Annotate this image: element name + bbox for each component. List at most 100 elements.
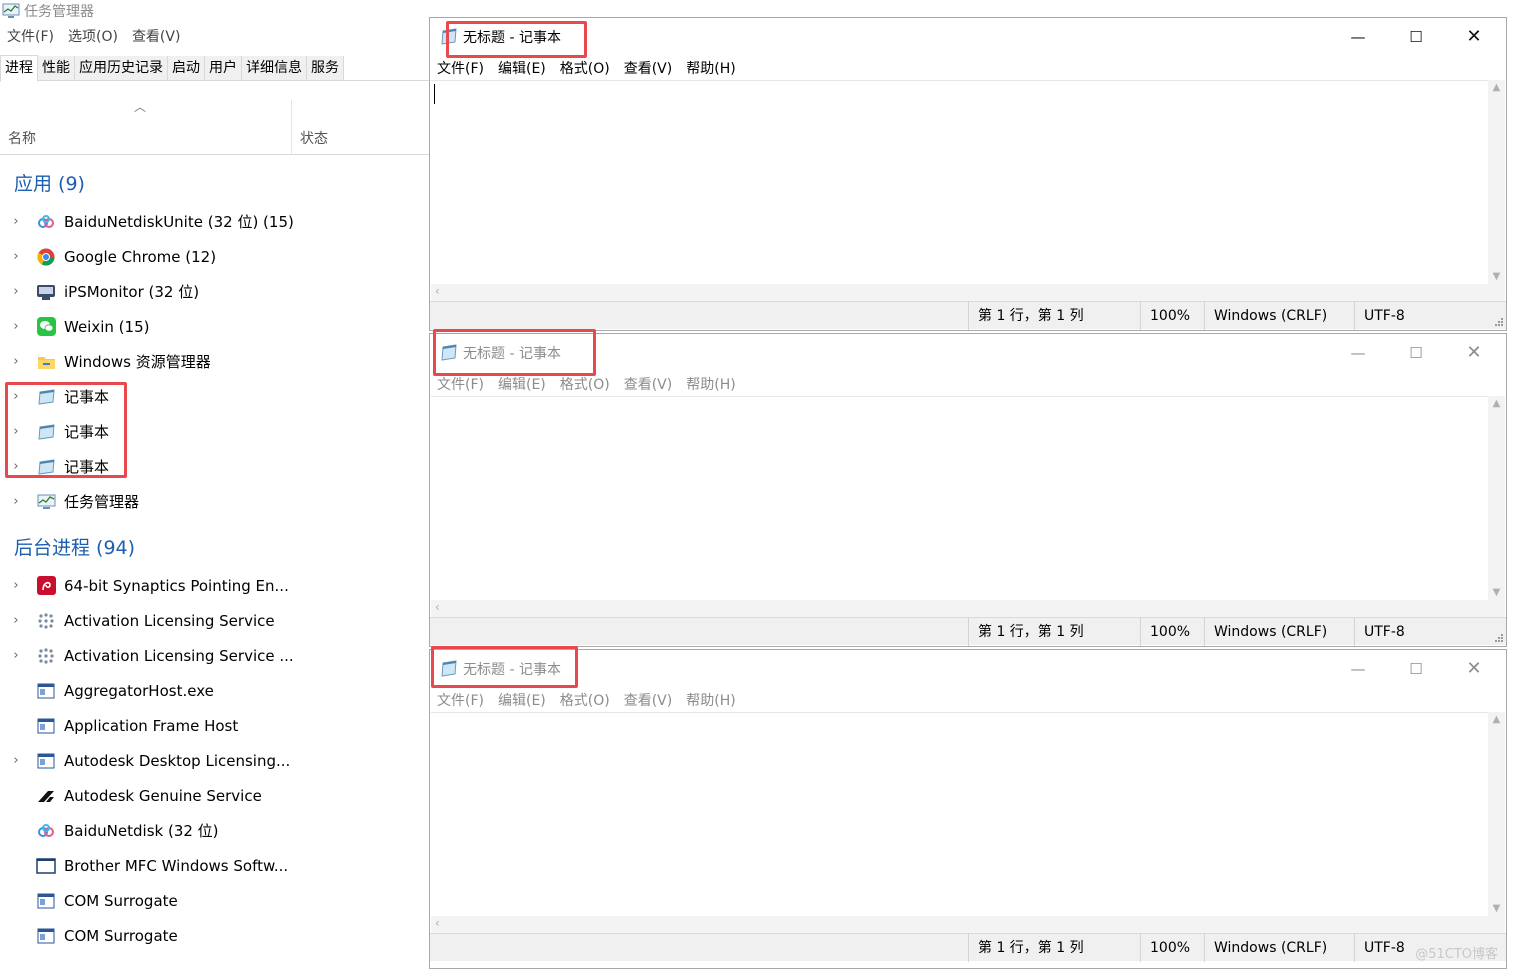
menu-help[interactable]: 帮助(H) <box>679 58 742 80</box>
expand-chevron-icon[interactable]: › <box>10 284 22 299</box>
tab-performance[interactable]: 性能 <box>38 56 75 80</box>
process-row-com-surrogate-1[interactable]: › COM Surrogate <box>0 883 430 918</box>
scroll-down-icon[interactable]: ▼ <box>1488 271 1505 282</box>
tab-app-history[interactable]: 应用历史记录 <box>75 56 168 80</box>
menu-file[interactable]: 文件(F) <box>0 26 61 48</box>
menu-file[interactable]: 文件(F) <box>430 58 491 80</box>
text-caret <box>434 84 435 104</box>
process-row-brother-mfc[interactable]: › Brother MFC Windows Softw... <box>0 848 430 883</box>
notepad-window-1[interactable]: 无标题 - 记事本 — ☐ ✕ 文件(F) 编辑(E) 格式(O) 查看(V) … <box>429 17 1507 331</box>
process-row-synaptics[interactable]: › 64-bit Synaptics Pointing En... <box>0 568 430 603</box>
expand-chevron-icon[interactable]: › <box>10 319 22 334</box>
sort-ascending-icon[interactable]: ︿ <box>134 98 146 115</box>
process-row-task-manager[interactable]: › 任务管理器 <box>0 484 430 519</box>
horizontal-scrollbar[interactable]: ‹› <box>431 284 1500 301</box>
text-editor-area[interactable] <box>431 80 1488 284</box>
scroll-up-icon[interactable]: ▲ <box>1488 82 1505 93</box>
expand-chevron-icon[interactable]: › <box>10 613 22 628</box>
minimize-button[interactable]: — <box>1338 24 1378 50</box>
horizontal-scrollbar[interactable]: ‹› <box>431 916 1500 933</box>
scroll-left-icon[interactable]: ‹ <box>435 916 440 930</box>
menu-format[interactable]: 格式(O) <box>553 374 617 396</box>
notepad-titlebar[interactable]: 无标题 - 记事本 — ☐ ✕ <box>430 650 1506 688</box>
column-header-name[interactable]: 名称 <box>8 128 36 154</box>
process-row-application-frame-host[interactable]: › Application Frame Host <box>0 708 430 743</box>
scroll-left-icon[interactable]: ‹ <box>435 600 440 614</box>
scroll-down-icon[interactable]: ▼ <box>1488 903 1505 914</box>
close-button[interactable]: ✕ <box>1454 340 1494 366</box>
scroll-left-icon[interactable]: ‹ <box>435 284 440 298</box>
expand-chevron-icon[interactable]: › <box>10 389 22 404</box>
process-row-aggregatorhost[interactable]: › AggregatorHost.exe <box>0 673 430 708</box>
menu-format[interactable]: 格式(O) <box>553 58 617 80</box>
menu-format[interactable]: 格式(O) <box>553 690 617 712</box>
menu-help[interactable]: 帮助(H) <box>679 690 742 712</box>
vertical-scrollbar[interactable]: ▲ ▼ <box>1488 80 1505 284</box>
notepad-window-2[interactable]: 无标题 - 记事本 — ☐ ✕ 文件(F) 编辑(E) 格式(O) 查看(V) … <box>429 333 1507 647</box>
process-row-activation-licensing[interactable]: › Activation Licensing Service <box>0 603 430 638</box>
expand-chevron-icon[interactable]: › <box>10 459 22 474</box>
maximize-button[interactable]: ☐ <box>1396 24 1436 50</box>
menu-view[interactable]: 查看(V) <box>617 690 680 712</box>
vertical-scrollbar[interactable]: ▲ ▼ <box>1488 712 1505 916</box>
expand-chevron-icon[interactable]: › <box>10 354 22 369</box>
process-row-notepad-3[interactable]: › 记事本 <box>0 449 430 484</box>
maximize-button[interactable]: ☐ <box>1396 340 1436 366</box>
process-row-weixin[interactable]: › Weixin (15) <box>0 309 430 344</box>
minimize-button[interactable]: — <box>1338 340 1378 366</box>
menu-options[interactable]: 选项(O) <box>61 26 125 48</box>
notepad-window-3[interactable]: 无标题 - 记事本 — ☐ ✕ 文件(F) 编辑(E) 格式(O) 查看(V) … <box>429 649 1507 969</box>
process-row-notepad-1[interactable]: › 记事本 <box>0 379 430 414</box>
expand-chevron-icon[interactable]: › <box>10 249 22 264</box>
notepad-titlebar[interactable]: 无标题 - 记事本 — ☐ ✕ <box>430 334 1506 372</box>
close-button[interactable]: ✕ <box>1454 24 1494 50</box>
process-row-autodesk-genuine[interactable]: › Autodesk Genuine Service <box>0 778 430 813</box>
menu-edit[interactable]: 编辑(E) <box>491 374 553 396</box>
menu-help[interactable]: 帮助(H) <box>679 374 742 396</box>
tab-processes[interactable]: 进程 <box>0 55 38 82</box>
process-name: Activation Licensing Service ... <box>64 646 294 665</box>
menu-file[interactable]: 文件(F) <box>430 690 491 712</box>
expand-chevron-icon[interactable]: › <box>10 648 22 663</box>
maximize-button[interactable]: ☐ <box>1396 656 1436 682</box>
menu-view[interactable]: 查看(V) <box>617 58 680 80</box>
expand-chevron-icon[interactable]: › <box>10 424 22 439</box>
tab-details[interactable]: 详细信息 <box>242 56 307 80</box>
scroll-up-icon[interactable]: ▲ <box>1488 714 1505 725</box>
minimize-button[interactable]: — <box>1338 656 1378 682</box>
expand-chevron-icon[interactable]: › <box>10 753 22 768</box>
process-row-baidunetdiskunite[interactable]: › BaiduNetdiskUnite (32 位) (15) <box>0 204 430 239</box>
process-row-activation-licensing-2[interactable]: › Activation Licensing Service ... <box>0 638 430 673</box>
menu-view[interactable]: 查看(V) <box>617 374 680 396</box>
process-row-explorer[interactable]: › Windows 资源管理器 <box>0 344 430 379</box>
column-header-status[interactable]: 状态 <box>300 128 328 154</box>
close-button[interactable]: ✕ <box>1454 656 1494 682</box>
tab-services[interactable]: 服务 <box>307 56 344 80</box>
horizontal-scrollbar[interactable]: ‹› <box>431 600 1500 617</box>
menu-edit[interactable]: 编辑(E) <box>491 58 553 80</box>
process-row-chrome[interactable]: › Google Chrome (12) <box>0 239 430 274</box>
expand-chevron-icon[interactable]: › <box>10 578 22 593</box>
menu-file[interactable]: 文件(F) <box>430 374 491 396</box>
vertical-scrollbar[interactable]: ▲ ▼ <box>1488 396 1505 600</box>
column-divider[interactable] <box>291 100 292 154</box>
text-editor-area[interactable] <box>431 712 1488 916</box>
resize-grip-icon[interactable] <box>1493 632 1503 642</box>
autodesk-icon <box>36 786 56 806</box>
process-row-com-surrogate-2[interactable]: › COM Surrogate <box>0 918 430 953</box>
process-row-baidunetdisk[interactable]: › BaiduNetdisk (32 位) <box>0 813 430 848</box>
process-row-ipsmonitor[interactable]: › iPSMonitor (32 位) <box>0 274 430 309</box>
menu-edit[interactable]: 编辑(E) <box>491 690 553 712</box>
expand-chevron-icon[interactable]: › <box>10 494 22 509</box>
resize-grip-icon[interactable] <box>1493 316 1503 326</box>
expand-chevron-icon[interactable]: › <box>10 214 22 229</box>
text-editor-area[interactable] <box>431 396 1488 600</box>
scroll-up-icon[interactable]: ▲ <box>1488 398 1505 409</box>
notepad-titlebar[interactable]: 无标题 - 记事本 — ☐ ✕ <box>430 18 1506 56</box>
tab-startup[interactable]: 启动 <box>168 56 205 80</box>
tab-users[interactable]: 用户 <box>205 56 242 80</box>
scroll-down-icon[interactable]: ▼ <box>1488 587 1505 598</box>
process-row-autodesk-licensing[interactable]: › Autodesk Desktop Licensing... <box>0 743 430 778</box>
menu-view[interactable]: 查看(V) <box>125 26 188 48</box>
process-row-notepad-2[interactable]: › 记事本 <box>0 414 430 449</box>
